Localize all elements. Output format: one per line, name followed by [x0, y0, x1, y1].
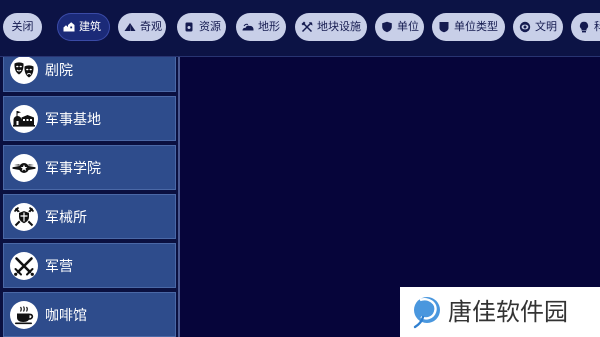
hammer-pick-icon: [301, 21, 313, 33]
tab-units-label: 单位: [397, 20, 419, 33]
shield-icon: [381, 21, 393, 33]
coffee-cup-icon: [10, 300, 38, 329]
tab-terrain[interactable]: 地形: [236, 13, 286, 41]
list-item-military-base[interactable]: 军事基地: [3, 96, 176, 141]
theater-masks-icon: [10, 57, 38, 84]
tab-technology-label: 科: [594, 13, 600, 41]
tab-resources[interactable]: 资源: [177, 13, 226, 41]
armory-icon: [10, 202, 38, 231]
tab-resources-label: 资源: [199, 20, 221, 33]
tab-civilizations[interactable]: 文明: [513, 13, 563, 41]
close-button-label: 关闭: [11, 20, 34, 33]
banner-icon: [438, 21, 450, 33]
tab-improvements[interactable]: 地块设施: [295, 13, 367, 41]
list-item-theater-label: 剧院: [45, 62, 73, 79]
list-item-barracks[interactable]: 军营: [3, 243, 176, 288]
list-item-cafe[interactable]: 咖啡馆: [3, 292, 176, 337]
technology-icon: [578, 21, 590, 33]
list-item-theater[interactable]: 剧院: [3, 57, 176, 92]
tab-terrain-label: 地形: [258, 20, 280, 33]
tab-technology[interactable]: 科: [571, 13, 600, 41]
military-base-icon: [10, 104, 38, 133]
category-toolbar: 关闭 建筑 奇观 资源 地形 地块设施 单位 单位类型 文明: [0, 0, 600, 57]
civilization-emblem-icon: [519, 21, 531, 33]
terrain-icon: [242, 21, 254, 33]
barracks-icon: [10, 251, 38, 280]
building-list[interactable]: 剧院 军事基地 军事学院 军械所 军营 咖啡馆: [0, 57, 178, 337]
list-item-barracks-label: 军营: [45, 258, 73, 275]
tab-unit-types-label: 单位类型: [454, 20, 498, 33]
list-item-military-academy[interactable]: 军事学院: [3, 145, 176, 190]
tab-wonders[interactable]: 奇观: [118, 13, 166, 41]
tab-wonders-label: 奇观: [140, 20, 162, 33]
tab-civilizations-label: 文明: [535, 20, 557, 33]
list-item-armory-label: 军械所: [45, 209, 87, 226]
list-item-armory[interactable]: 军械所: [3, 194, 176, 239]
close-button[interactable]: 关闭: [3, 13, 42, 41]
watermark: 唐佳软件园: [400, 287, 600, 337]
watermark-text: 唐佳软件园: [448, 298, 568, 326]
tab-improvements-label: 地块设施: [317, 20, 361, 33]
list-item-military-base-label: 军事基地: [45, 111, 101, 128]
tab-units[interactable]: 单位: [375, 13, 424, 41]
resource-icon: [183, 21, 195, 33]
tab-buildings-label: 建筑: [79, 20, 101, 33]
list-item-cafe-label: 咖啡馆: [45, 307, 87, 324]
military-academy-icon: [10, 153, 38, 182]
buildings-icon: [63, 21, 75, 33]
site-logo-icon: [412, 295, 442, 329]
pyramid-icon: [124, 21, 136, 33]
tab-unit-types[interactable]: 单位类型: [432, 13, 505, 41]
tab-buildings[interactable]: 建筑: [57, 13, 110, 41]
list-item-military-academy-label: 军事学院: [45, 160, 101, 177]
